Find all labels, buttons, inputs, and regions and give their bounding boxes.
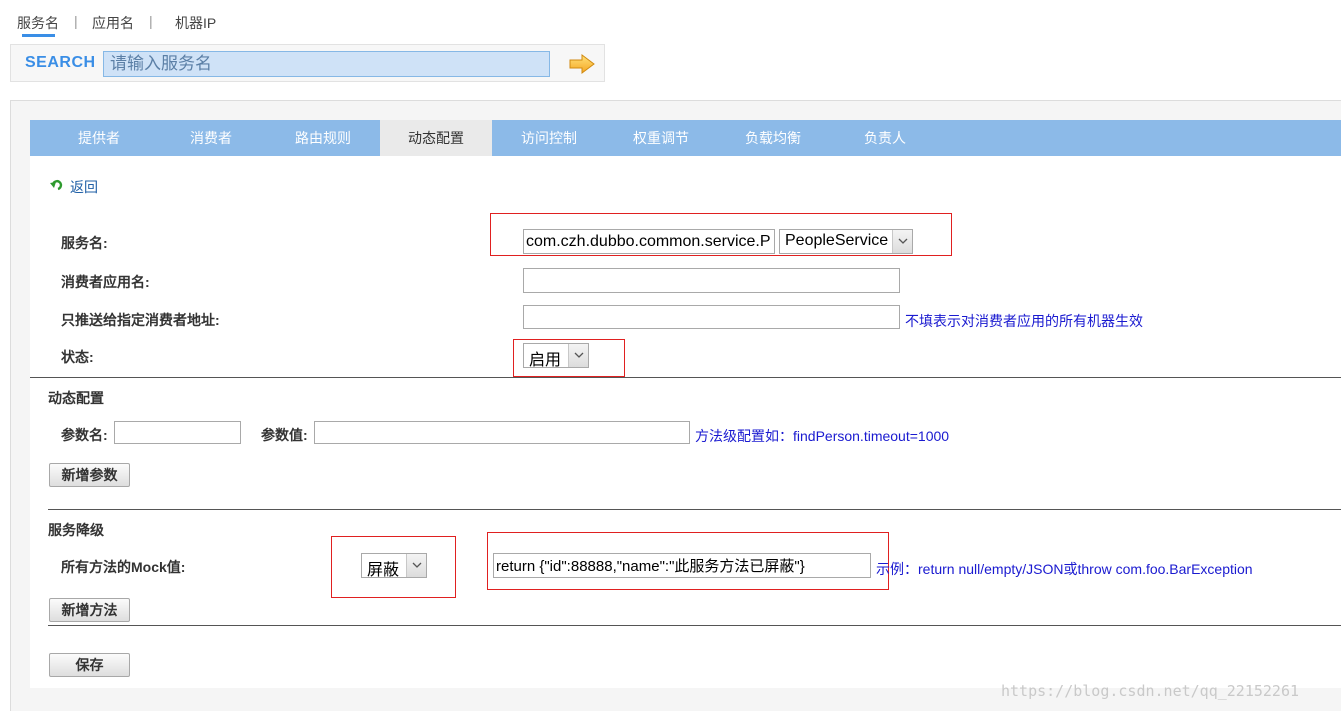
tab-routes[interactable]: 路由规则 bbox=[284, 120, 362, 156]
arrow-right-icon[interactable] bbox=[568, 53, 596, 75]
consumer-address-input[interactable] bbox=[523, 305, 900, 329]
highlight-box bbox=[487, 532, 889, 590]
return-arrow-icon[interactable] bbox=[50, 178, 64, 192]
search-input[interactable] bbox=[103, 51, 550, 77]
tab-owners[interactable]: 负责人 bbox=[846, 120, 924, 156]
section-divider bbox=[48, 625, 1341, 626]
param-value-input[interactable] bbox=[314, 421, 690, 444]
nav-tabbar: 提供者 消费者 路由规则 动态配置 访问控制 权重调节 负载均衡 负责人 bbox=[30, 120, 1341, 156]
consumer-app-input[interactable] bbox=[523, 268, 900, 293]
tab-weights[interactable]: 权重调节 bbox=[622, 120, 700, 156]
status-label: 状态: bbox=[61, 349, 94, 365]
param-name-label: 参数名: bbox=[61, 427, 108, 443]
search-label: SEARCH bbox=[25, 54, 96, 71]
save-button[interactable]: 保存 bbox=[49, 653, 130, 677]
watermark: https://blog.csdn.net/qq_22152261 bbox=[1001, 682, 1300, 700]
search-bar: SEARCH bbox=[10, 44, 605, 82]
consumer-address-label: 只推送给指定消费者地址: bbox=[61, 312, 220, 328]
highlight-box bbox=[331, 536, 456, 598]
back-link[interactable]: 返回 bbox=[70, 177, 98, 197]
tab-divider: | bbox=[149, 13, 153, 29]
tab-load-balance[interactable]: 负载均衡 bbox=[734, 120, 812, 156]
section-divider bbox=[30, 377, 1341, 378]
consumer-address-hint: 不填表示对消费者应用的所有机器生效 bbox=[905, 313, 1143, 329]
tab-dynamic-config[interactable]: 动态配置 bbox=[380, 120, 492, 156]
search-tab-app[interactable]: 应用名 bbox=[92, 13, 134, 33]
tab-providers[interactable]: 提供者 bbox=[60, 120, 138, 156]
search-tab-ip[interactable]: 机器IP bbox=[175, 13, 216, 33]
tab-consumers[interactable]: 消费者 bbox=[172, 120, 250, 156]
add-method-button[interactable]: 新增方法 bbox=[49, 598, 130, 622]
service-degrade-title: 服务降级 bbox=[48, 522, 104, 538]
tab-access-control[interactable]: 访问控制 bbox=[510, 120, 588, 156]
param-name-input[interactable] bbox=[114, 421, 241, 444]
mock-hint: 示例：return null/empty/JSON或throw com.foo.… bbox=[876, 561, 1253, 577]
section-divider bbox=[48, 509, 1341, 510]
add-param-button[interactable]: 新增参数 bbox=[49, 463, 130, 487]
param-value-label: 参数值: bbox=[261, 427, 308, 443]
config-panel bbox=[30, 120, 1341, 688]
tab-divider: | bbox=[74, 13, 78, 29]
search-tab-service[interactable]: 服务名 bbox=[17, 13, 59, 33]
highlight-box bbox=[513, 339, 625, 377]
dynamic-config-title: 动态配置 bbox=[48, 390, 104, 406]
consumer-app-label: 消费者应用名: bbox=[61, 274, 150, 290]
highlight-box bbox=[490, 213, 952, 256]
mock-value-label: 所有方法的Mock值: bbox=[61, 559, 186, 575]
param-hint: 方法级配置如：findPerson.timeout=1000 bbox=[695, 428, 950, 444]
active-tab-indicator bbox=[22, 34, 55, 37]
service-name-label: 服务名: bbox=[61, 235, 108, 251]
